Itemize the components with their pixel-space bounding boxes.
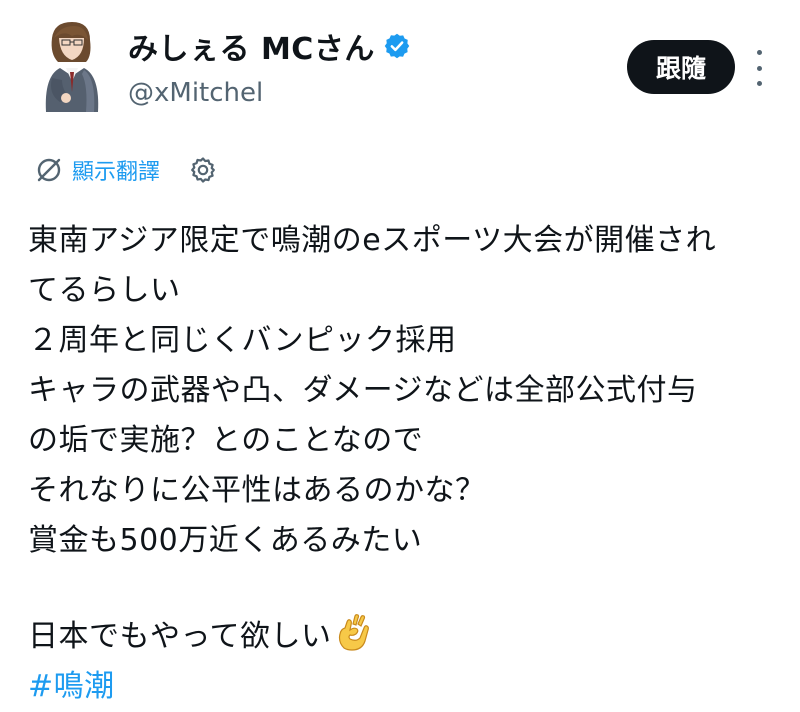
avatar[interactable] (30, 16, 110, 112)
author-handle[interactable]: @xMitchel (128, 78, 263, 108)
tweet-line: ２周年と同じくバンピック採用 (28, 323, 457, 358)
follow-button[interactable]: 跟隨 (627, 40, 735, 94)
tweet-line: それなりに公平性はあるのかな？ (28, 473, 486, 508)
tweet-closing-text: 日本でもやって欲しい (28, 619, 332, 654)
tweet-line: 東南アジア限定で鳴潮のeスポーツ大会が開催され (28, 223, 717, 258)
gear-icon[interactable] (188, 155, 218, 185)
tweet-line: キャラの武器や凸、ダメージなどは全部公式付与 (28, 373, 698, 408)
more-dot (756, 65, 762, 71)
author-display-name[interactable]: みしぇる MCさん (128, 24, 375, 68)
tweet-text: 東南アジア限定で鳴潮のeスポーツ大会が開催され てるらしい ２周年と同じくバンピ… (28, 216, 788, 712)
more-dot (756, 81, 762, 86)
hashtag-link[interactable]: #鳴潮 (28, 669, 115, 704)
translate-icon (37, 158, 61, 182)
verified-badge-icon (384, 33, 410, 59)
more-dot (756, 50, 762, 55)
translate-row: 顯示翻譯 (34, 150, 218, 190)
show-translation-link[interactable]: 顯示翻譯 (72, 154, 160, 186)
ok-hand-emoji-icon (338, 614, 369, 651)
tweet-line: の垢で実施？とのことなので (28, 423, 424, 458)
hashtag-line: #鳴潮 (28, 662, 788, 712)
tweet-line: 賞金も500万近くあるみたい (28, 523, 423, 558)
tweet-line: てるらしい (28, 273, 181, 308)
author-name-row[interactable]: みしぇる MCさん (128, 24, 411, 68)
more-options-icon[interactable] (752, 50, 766, 86)
tweet-closing-line: 日本でもやって欲しい (28, 612, 788, 662)
